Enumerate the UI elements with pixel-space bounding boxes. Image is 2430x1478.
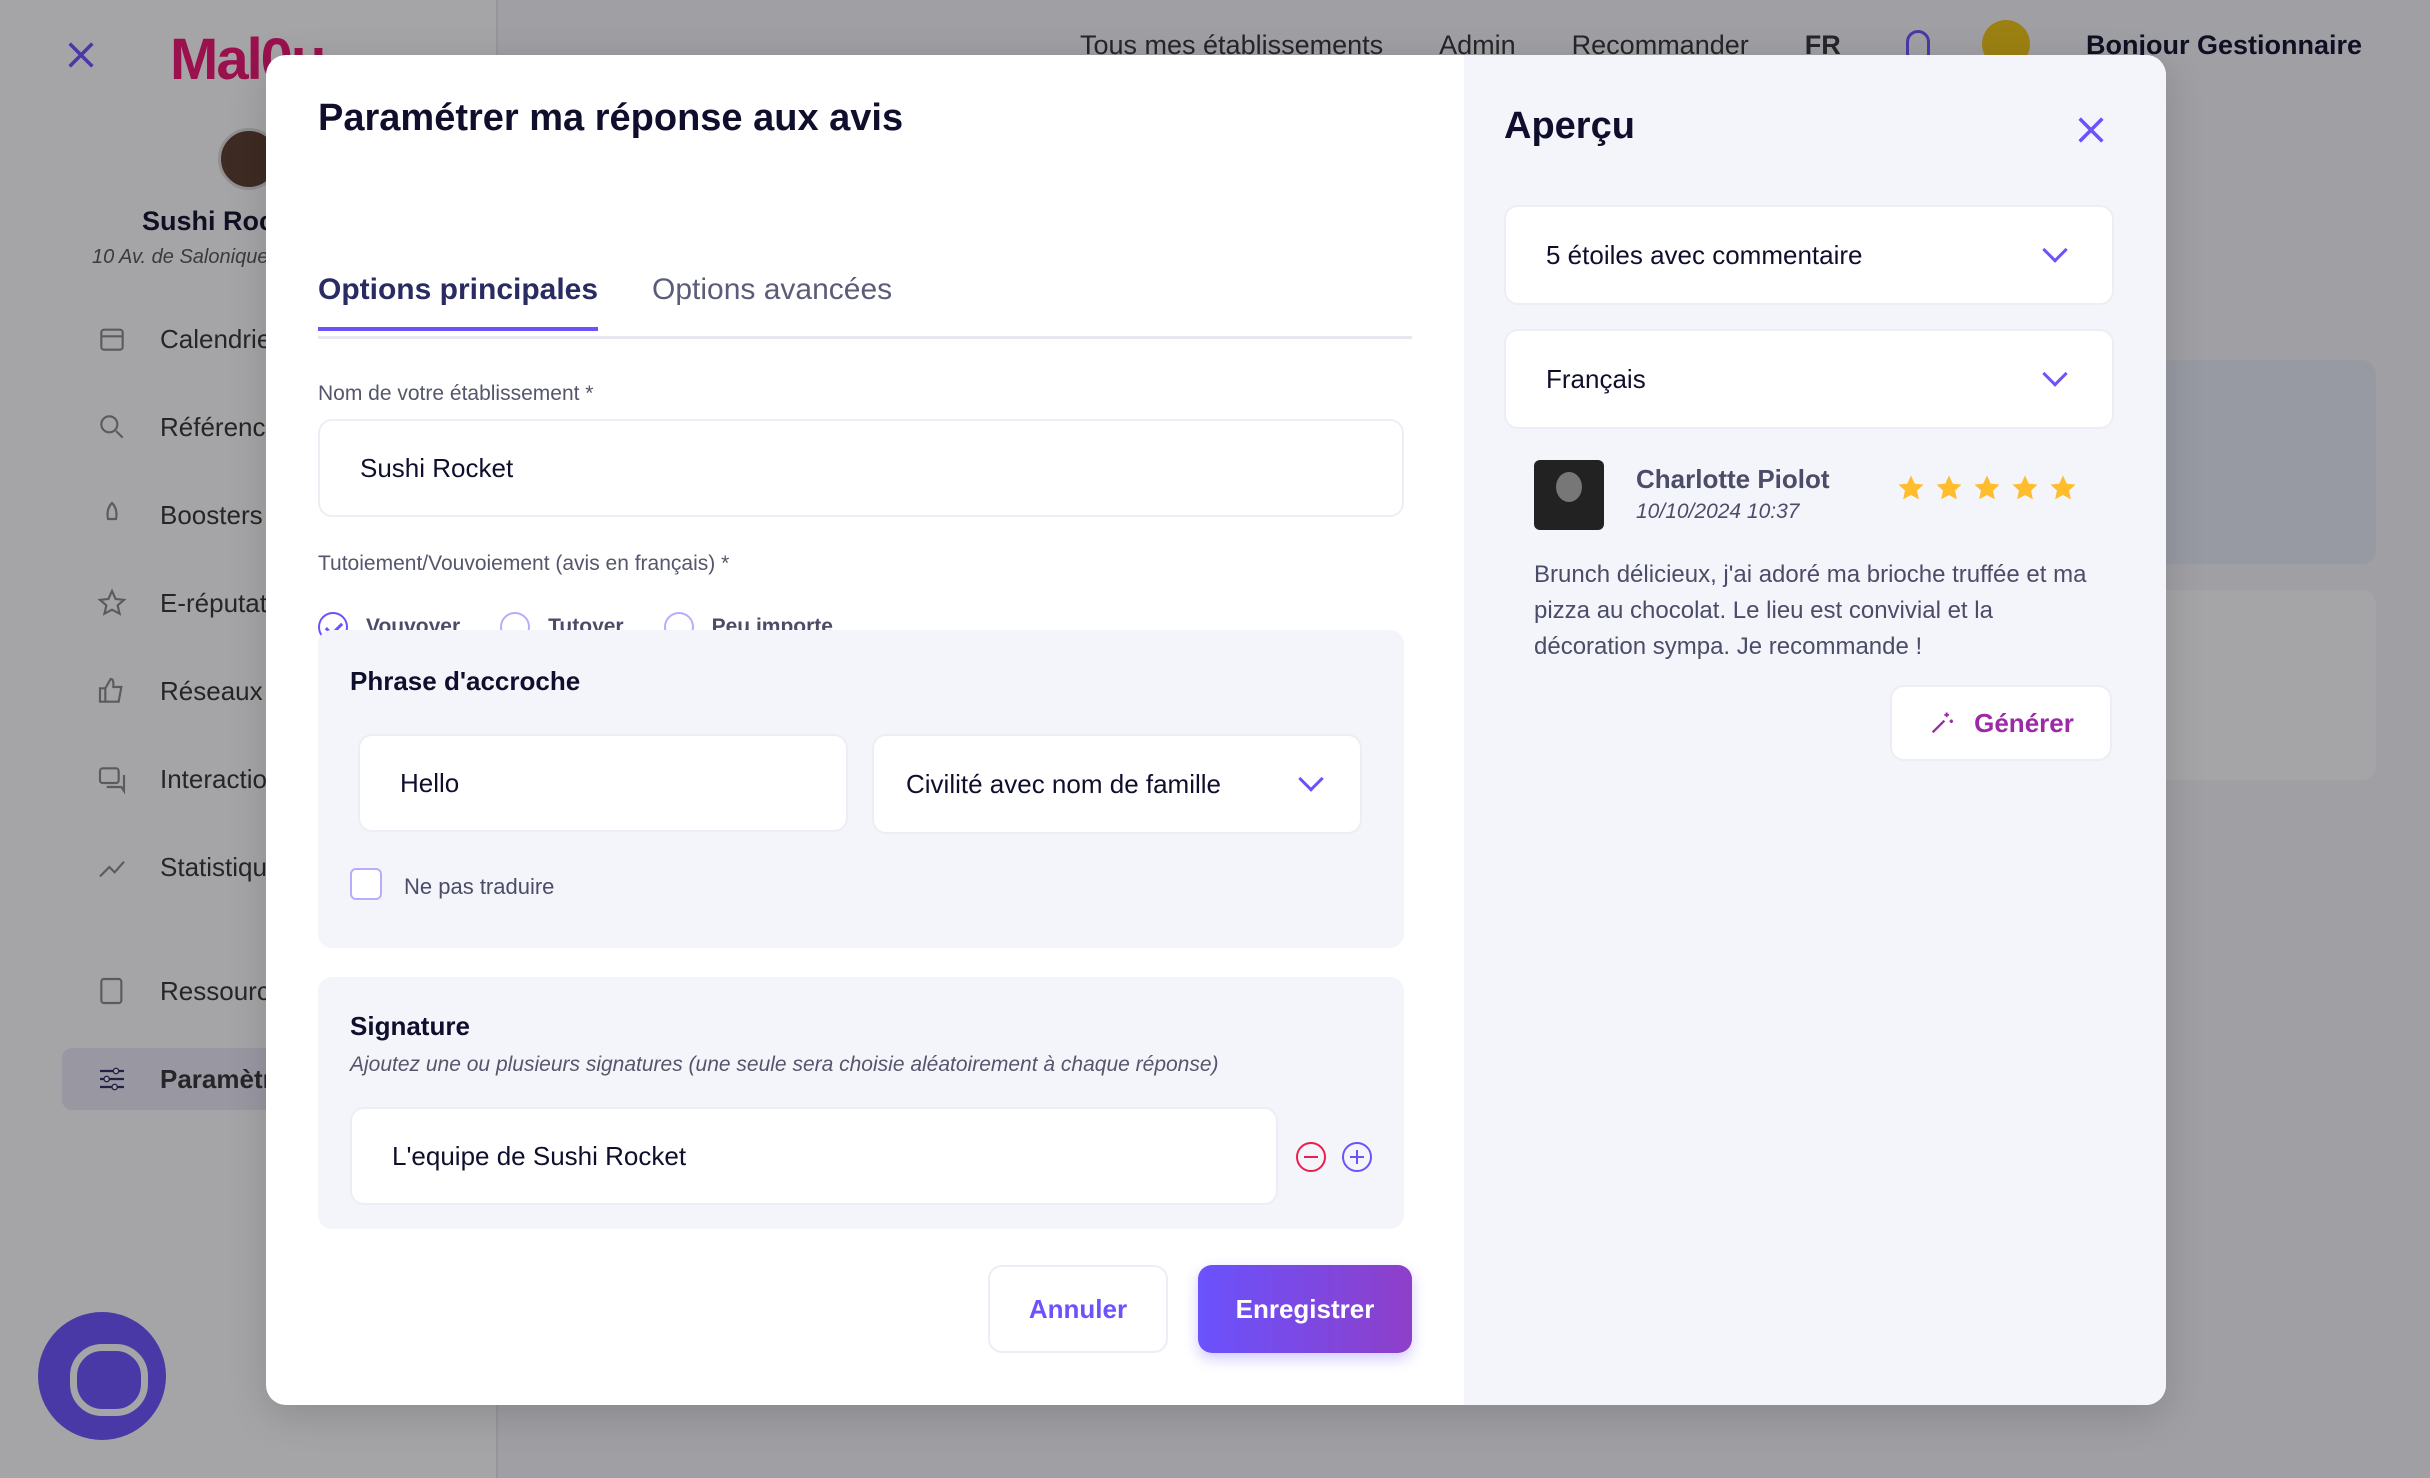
reviewer-name: Charlotte Piolot: [1636, 464, 1830, 494]
language-value: Français: [1546, 363, 1646, 394]
review-rating: [1896, 473, 2078, 503]
preview-pane: Aperçu 5 étoiles avec commentaire França…: [1464, 55, 2166, 1405]
civility-select[interactable]: Civilité avec nom de famille: [872, 734, 1362, 834]
signature-title: Signature: [350, 1011, 470, 1041]
catchphrase-section: Phrase d'accroche Hello Civilité avec no…: [318, 630, 1404, 948]
chevron-down-icon: [1298, 766, 1324, 792]
review-type-select[interactable]: 5 étoiles avec commentaire: [1504, 205, 2114, 305]
chevron-down-icon: [2042, 361, 2068, 387]
catchphrase-title: Phrase d'accroche: [350, 666, 581, 696]
signature-section: Signature Ajoutez une ou plusieurs signa…: [318, 977, 1404, 1229]
magic-wand-icon: [1931, 712, 1954, 734]
remove-signature-icon[interactable]: [1296, 1142, 1326, 1172]
star-icon: [2050, 475, 2076, 500]
greeting-input[interactable]: Hello: [358, 734, 848, 832]
tone-label: Tutoiement/Vouvoiement (avis en français…: [318, 552, 730, 575]
star-icon: [1974, 475, 2000, 500]
star-icon: [1936, 475, 1962, 500]
add-signature-icon[interactable]: [1342, 1142, 1372, 1172]
modal-title: Paramétrer ma réponse aux avis: [318, 97, 904, 139]
settings-pane: Paramétrer ma réponse aux avis Options p…: [266, 55, 1464, 1405]
tab-advanced-options[interactable]: Options avancées: [652, 273, 892, 327]
tabs: Options principales Options avancées: [318, 215, 1412, 339]
cancel-button[interactable]: Annuler: [988, 1265, 1168, 1353]
review-text: Brunch délicieux, j'ai adoré ma brioche …: [1534, 561, 2087, 660]
chevron-down-icon: [2042, 237, 2068, 263]
review-response-settings-modal: Paramétrer ma réponse aux avis Options p…: [266, 55, 2166, 1405]
review-type-value: 5 étoiles avec commentaire: [1546, 239, 1863, 270]
civility-value: Civilité avec nom de famille: [906, 768, 1222, 799]
tab-main-options[interactable]: Options principales: [318, 273, 599, 331]
star-icon: [2012, 475, 2038, 500]
establishment-name-label: Nom de votre établissement *: [318, 382, 594, 405]
establishment-name-input[interactable]: Sushi Rocket: [318, 419, 1404, 517]
review-date: 10/10/2024 10:37: [1636, 500, 1800, 523]
generate-label: Générer: [1974, 707, 2074, 738]
signature-subtitle: Ajoutez une ou plusieurs signatures (une…: [350, 1053, 1219, 1076]
star-icon: [1898, 475, 1924, 500]
save-button[interactable]: Enregistrer: [1198, 1265, 1412, 1353]
reviewer-avatar: [1534, 460, 1604, 530]
no-translate-label: Ne pas traduire: [404, 874, 555, 899]
no-translate-checkbox[interactable]: [350, 868, 382, 900]
preview-title: Aperçu: [1504, 105, 1635, 147]
language-select[interactable]: Français: [1504, 329, 2114, 429]
signature-input[interactable]: L'equipe de Sushi Rocket: [350, 1107, 1278, 1205]
generate-button[interactable]: Générer: [1890, 685, 2112, 761]
close-icon[interactable]: [2074, 113, 2108, 147]
